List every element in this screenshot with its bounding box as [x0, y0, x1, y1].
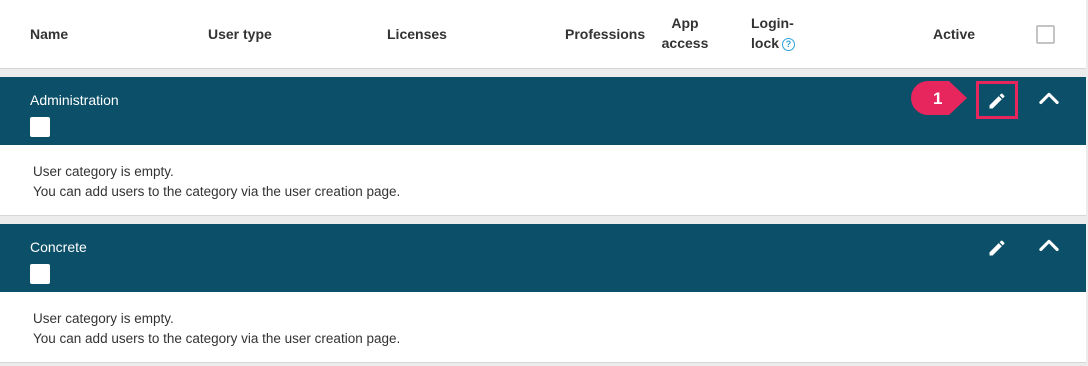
- highlight-box: [976, 81, 1018, 119]
- callout-pointer-shape: 1: [911, 81, 967, 115]
- category-title: Concrete: [30, 239, 87, 255]
- category-empty-message: User category is empty. You can add user…: [0, 145, 1086, 216]
- help-icon[interactable]: ?: [782, 38, 796, 51]
- chevron-up-icon: [1039, 239, 1059, 252]
- column-header-login-lock-line1: Login-: [751, 15, 794, 31]
- collapse-category-button[interactable]: [1030, 227, 1068, 265]
- column-header-user-type[interactable]: User type: [208, 24, 272, 44]
- chevron-up-icon: [1039, 92, 1059, 105]
- category-header-bar: Concrete: [0, 224, 1086, 292]
- column-header-name[interactable]: Name: [30, 24, 68, 44]
- edit-category-button[interactable]: [978, 229, 1016, 267]
- category-concrete: Concrete User category is empty. You can…: [0, 224, 1086, 363]
- category-checkbox[interactable]: [30, 117, 50, 137]
- column-header-app-access-line2: access: [661, 35, 709, 51]
- empty-message-line2: You can add users to the category via th…: [33, 184, 401, 199]
- step-callout: 1: [909, 79, 969, 117]
- collapse-category-button[interactable]: [1030, 80, 1068, 118]
- empty-message-line1: User category is empty.: [33, 311, 174, 326]
- pencil-icon: [989, 240, 1005, 256]
- column-header-login-lock-line2: lock?: [751, 33, 796, 53]
- select-all-checkbox[interactable]: [1036, 25, 1055, 44]
- category-empty-message: User category is empty. You can add user…: [0, 292, 1086, 363]
- column-header-active[interactable]: Active: [933, 24, 975, 44]
- column-header-professions[interactable]: Professions: [565, 24, 645, 44]
- user-categories-panel: Name User type Licenses Professions App …: [0, 0, 1088, 366]
- column-header-app-access[interactable]: App access: [656, 13, 714, 53]
- category-checkbox[interactable]: [30, 264, 50, 284]
- column-header-login-lock[interactable]: Login- lock?: [751, 13, 796, 53]
- empty-message-line1: User category is empty.: [33, 164, 174, 179]
- table-header: Name User type Licenses Professions App …: [0, 0, 1086, 69]
- step-number: 1: [933, 89, 942, 108]
- column-header-app-access-line1: App: [671, 15, 699, 31]
- column-header-licenses[interactable]: Licenses: [387, 24, 447, 44]
- category-title: Administration: [30, 92, 119, 108]
- empty-message-line2: You can add users to the category via th…: [33, 331, 401, 346]
- column-header-login-lock-label: lock: [751, 35, 780, 51]
